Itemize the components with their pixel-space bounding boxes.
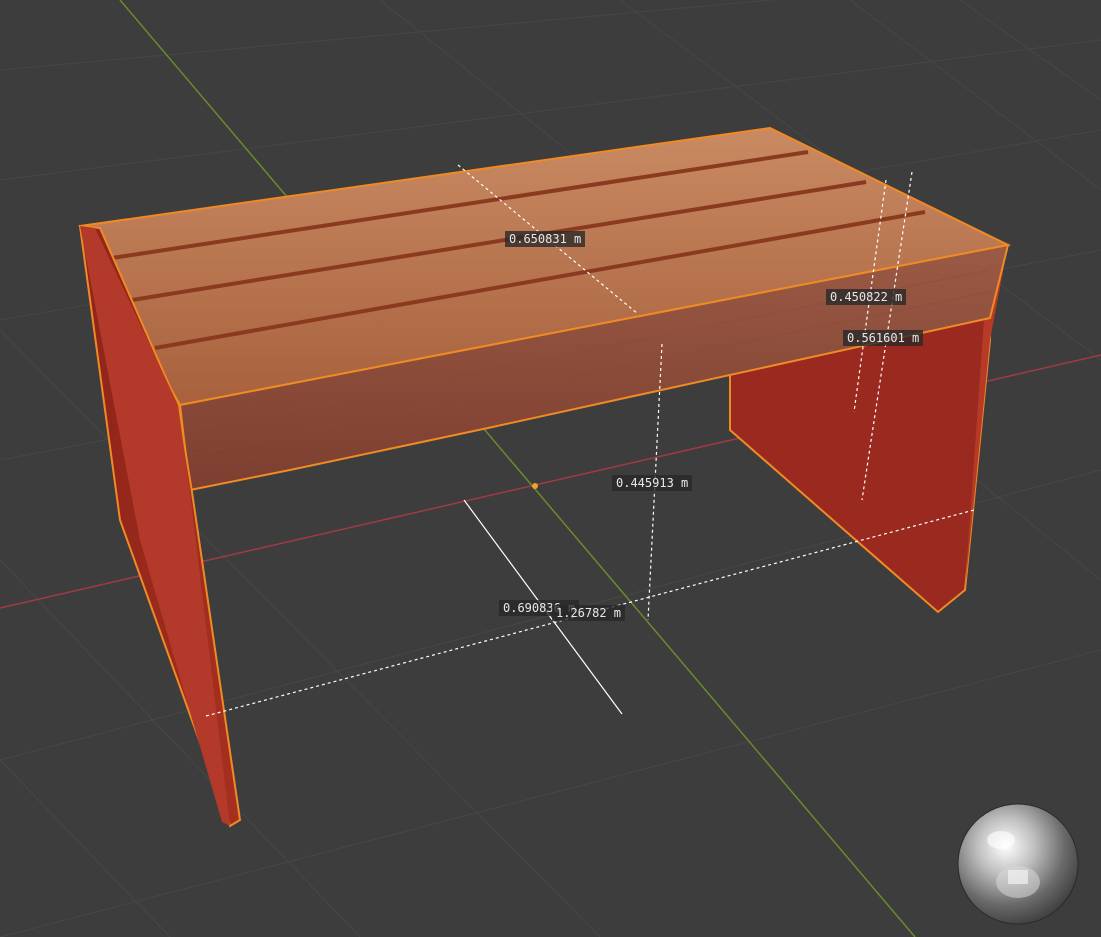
measurement-label-bench-length[interactable]: 1.26782 m [552, 605, 626, 621]
measurement-label-leg-depth-b[interactable]: 0.561601 m [843, 330, 924, 346]
scene-canvas[interactable] [0, 0, 1101, 937]
3d-viewport[interactable]: 0.650831 m 0.450822 m 0.561601 m 0.44591… [0, 0, 1101, 937]
measurement-label-seat-depth[interactable]: 0.650831 m [505, 231, 586, 247]
hdri-sphere-icon[interactable] [956, 802, 1080, 926]
origin-point [532, 483, 538, 489]
measurement-label-leg-depth-a[interactable]: 0.450822 m [826, 289, 907, 305]
measurement-label-seat-height[interactable]: 0.445913 m [612, 475, 693, 491]
